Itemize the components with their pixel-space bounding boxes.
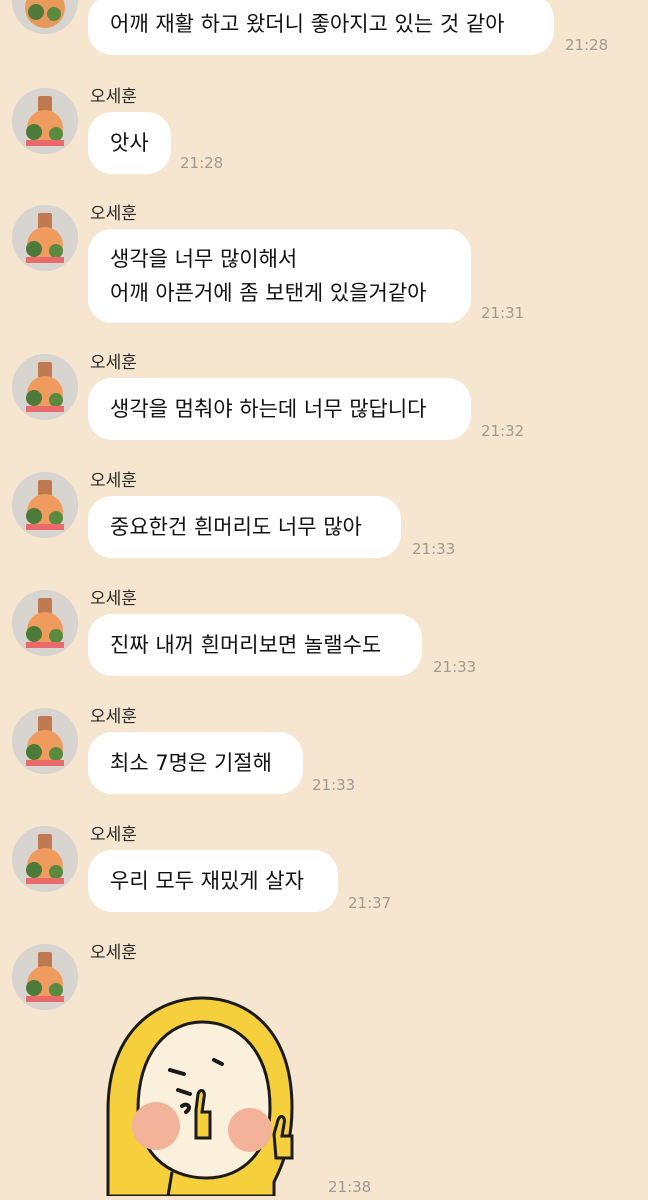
avatar[interactable] xyxy=(12,0,78,34)
message-text: 생각을 너무 많이해서 xyxy=(110,247,298,271)
message-bubble[interactable]: 최소 7명은 기절해 xyxy=(88,732,303,794)
yellow-hood-thumbs-up-sticker[interactable] xyxy=(98,990,318,1198)
message-text: 중요한건 흰머리도 너무 많아 xyxy=(110,515,362,539)
message-bubble[interactable]: 앗사 xyxy=(88,112,171,174)
message-timestamp: 21:37 xyxy=(348,894,392,912)
message-timestamp: 21:31 xyxy=(481,304,525,322)
sender-name: 오세훈 xyxy=(90,353,137,373)
message-timestamp: 21:33 xyxy=(412,540,456,558)
message-bubble[interactable]: 중요한건 흰머리도 너무 많아 xyxy=(88,496,401,558)
chat-room: 어깨 재활 하고 왔더니 좋아지고 있는 것 같아 21:28 오세훈 앗사 2… xyxy=(0,0,648,1200)
avatar[interactable] xyxy=(12,826,78,892)
avatar[interactable] xyxy=(12,708,78,774)
sender-name: 오세훈 xyxy=(90,87,137,107)
sender-name: 오세훈 xyxy=(90,204,137,224)
message-text: 어깨 재활 하고 왔더니 좋아지고 있는 것 같아 xyxy=(110,12,505,36)
message-timestamp: 21:32 xyxy=(481,422,525,440)
message-timestamp: 21:38 xyxy=(328,1178,372,1196)
message-text: 생각을 멈춰야 하는데 너무 많답니다 xyxy=(110,397,427,421)
message-text: 우리 모두 재밌게 살자 xyxy=(110,869,304,893)
message-text: 최소 7명은 기절해 xyxy=(110,751,272,775)
sender-name: 오세훈 xyxy=(90,943,137,963)
avatar[interactable] xyxy=(12,354,78,420)
avatar[interactable] xyxy=(12,590,78,656)
avatar[interactable] xyxy=(12,88,78,154)
message-timestamp: 21:33 xyxy=(312,776,356,794)
sender-name: 오세훈 xyxy=(90,471,137,491)
message-bubble[interactable]: 생각을 너무 많이해서 어깨 아픈거에 좀 보탠게 있을거같아 xyxy=(88,229,471,323)
message-timestamp: 21:33 xyxy=(433,658,477,676)
sender-name: 오세훈 xyxy=(90,589,137,609)
avatar[interactable] xyxy=(12,472,78,538)
message-text: 앗사 xyxy=(110,131,149,155)
avatar[interactable] xyxy=(12,205,78,271)
message-bubble[interactable]: 우리 모두 재밌게 살자 xyxy=(88,850,338,912)
avatar[interactable] xyxy=(12,944,78,1010)
message-timestamp: 21:28 xyxy=(180,154,224,172)
message-timestamp: 21:28 xyxy=(565,36,609,54)
message-text: 어깨 아픈거에 좀 보탠게 있을거같아 xyxy=(110,281,427,305)
message-bubble[interactable]: 진짜 내꺼 흰머리보면 놀랠수도 xyxy=(88,614,422,676)
message-bubble[interactable]: 어깨 재활 하고 왔더니 좋아지고 있는 것 같아 xyxy=(88,0,554,55)
sender-name: 오세훈 xyxy=(90,707,137,727)
sender-name: 오세훈 xyxy=(90,825,137,845)
message-bubble[interactable]: 생각을 멈춰야 하는데 너무 많답니다 xyxy=(88,378,471,440)
message-text: 진짜 내꺼 흰머리보면 놀랠수도 xyxy=(110,633,382,657)
